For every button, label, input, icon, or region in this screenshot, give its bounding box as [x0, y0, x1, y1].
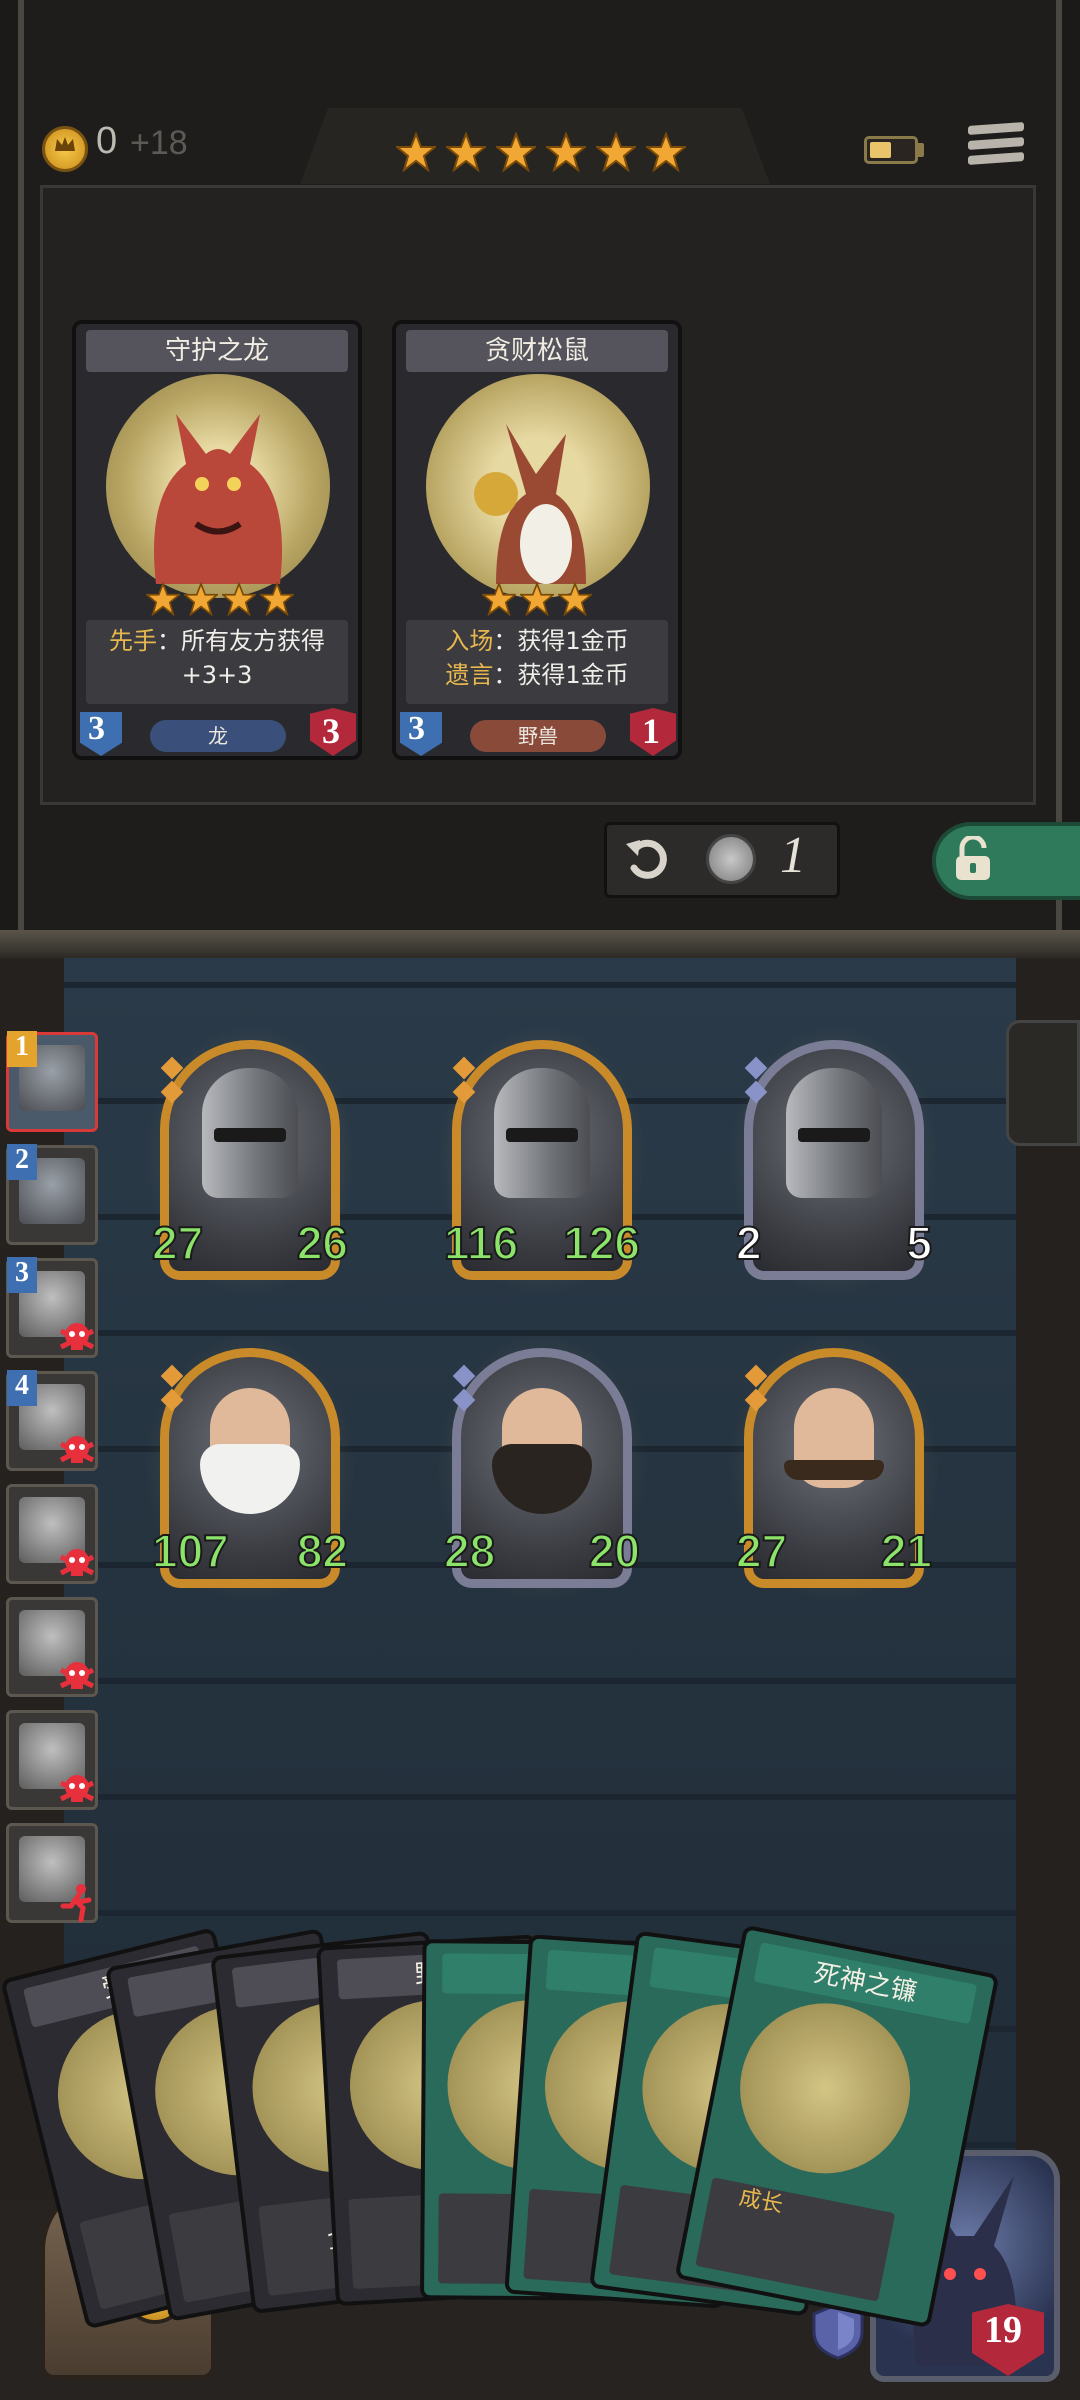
shop-card-guardian-dragon[interactable]: 守护之龙 先手：所有友方获得 +3+3 3 龙 3	[72, 320, 362, 760]
minion-knight[interactable]: 25	[728, 1024, 940, 1296]
minion-health: 82	[296, 1524, 349, 1578]
tier-star-icon	[646, 132, 686, 172]
crown-icon	[55, 137, 75, 151]
card-name: 贪财松鼠	[406, 330, 668, 372]
refresh-icon	[626, 839, 667, 879]
minion-knight[interactable]: 27 26	[144, 1024, 356, 1296]
card-star-icon	[558, 582, 592, 616]
gold-amount: 0	[96, 120, 118, 162]
running-figure-icon	[60, 1884, 92, 1922]
tier-star-icon	[396, 132, 436, 172]
tier-star-icon	[546, 132, 586, 172]
opponent-slot[interactable]	[6, 1597, 98, 1697]
card-star-icon	[482, 582, 516, 616]
opponent-slot[interactable]: 3	[6, 1257, 98, 1358]
refresh-cost: 1	[780, 827, 806, 884]
opponent-slot[interactable]	[6, 1484, 98, 1584]
minion-old-man[interactable]: 107 82	[144, 1332, 356, 1604]
minion-gentleman[interactable]: 27 21	[728, 1332, 940, 1604]
card-stars	[482, 582, 592, 616]
opponent-rank: 1	[7, 1031, 37, 1067]
dragon-portrait	[154, 414, 282, 584]
minion-attack: 116	[443, 1216, 519, 1270]
skull-icon	[59, 1549, 95, 1576]
hand-card-art	[725, 1988, 926, 2189]
card-text-line1: ：获得1金币	[493, 627, 629, 655]
minion-health: 26	[296, 1216, 349, 1270]
card-stars	[146, 582, 294, 616]
minion-health: 5	[905, 1216, 933, 1270]
card-health: 3	[322, 711, 340, 751]
side-drawer-handle[interactable]	[1006, 1020, 1080, 1146]
card-text-line2: ：获得1金币	[493, 661, 629, 689]
card-text: 入场：获得1金币 遗言：获得1金币	[406, 620, 668, 704]
skull-icon	[59, 1436, 95, 1463]
minion-attack: 28	[443, 1524, 496, 1578]
opponent-slot[interactable]	[6, 1710, 98, 1810]
opponent-slot[interactable]: 4	[6, 1370, 98, 1471]
card-star-icon	[222, 582, 256, 616]
card-text: 先手：所有友方获得 +3+3	[86, 620, 348, 704]
opponent-slot[interactable]: 2	[6, 1144, 98, 1245]
silver-coin-icon	[706, 834, 756, 884]
gold-income: +18	[130, 124, 188, 162]
beard	[784, 1460, 884, 1480]
keyword-deathrattle: 遗言	[445, 661, 494, 689]
hamburger-icon	[968, 122, 1024, 135]
minion-knight[interactable]: 116 126	[436, 1024, 648, 1296]
tavern-tier-stars	[396, 132, 686, 172]
tier-star-icon	[446, 132, 486, 172]
keyword-battlecry: 入场	[445, 627, 494, 655]
minion-attack: 2	[735, 1216, 763, 1270]
visor-slit	[798, 1128, 870, 1142]
tribe-tag: 龙	[150, 720, 286, 752]
menu-button[interactable]	[968, 122, 1024, 176]
visor-slit	[506, 1128, 578, 1142]
skull-icon	[59, 1323, 95, 1350]
minion-attack: 27	[735, 1524, 788, 1578]
card-attack: 3	[88, 710, 105, 747]
opponent-rank: 4	[7, 1370, 37, 1406]
opponent-rank: 3	[7, 1257, 37, 1293]
minion-health: 20	[588, 1524, 641, 1578]
card-health: 1	[642, 711, 660, 751]
minion-attack: 107	[151, 1524, 230, 1578]
card-star-icon	[146, 582, 180, 616]
hand-card-text: 成长	[695, 2177, 896, 2302]
tier-star-icon	[496, 132, 536, 172]
card-portrait	[106, 374, 330, 598]
hero-health: 19	[984, 2309, 1022, 2351]
opponent-rank: 2	[7, 1144, 37, 1180]
card-portrait	[426, 374, 650, 598]
card-text-line2: +3+3	[181, 661, 253, 689]
card-star-icon	[260, 582, 294, 616]
skull-icon	[59, 1662, 95, 1689]
shop-card-greedy-squirrel[interactable]: 贪财松鼠 入场：获得1金币 遗言：获得1金币 3 野兽 1	[392, 320, 682, 760]
minion-health: 21	[880, 1524, 933, 1578]
opponent-slot[interactable]: 1	[6, 1031, 98, 1132]
skull-icon	[59, 1775, 95, 1802]
divider-rail	[0, 930, 1080, 958]
tier-star-icon	[596, 132, 636, 172]
battery-tip	[918, 143, 924, 157]
card-star-icon	[184, 582, 218, 616]
tribe-tag: 野兽	[470, 720, 606, 752]
lock-icon	[956, 836, 990, 880]
minion-attack: 27	[151, 1216, 204, 1270]
card-attack: 3	[408, 710, 425, 747]
opponent-slot[interactable]	[6, 1823, 98, 1923]
squirrel-portrait	[474, 424, 586, 584]
card-text-line1: ：所有友方获得	[157, 627, 325, 655]
battery-level	[870, 142, 891, 158]
card-star-icon	[520, 582, 554, 616]
card-name: 守护之龙	[86, 330, 348, 372]
minion-health: 126	[562, 1216, 641, 1270]
keyword-opener: 先手	[109, 627, 157, 655]
minion-barbarian[interactable]: 28 20	[436, 1332, 648, 1604]
visor-slit	[214, 1128, 286, 1142]
